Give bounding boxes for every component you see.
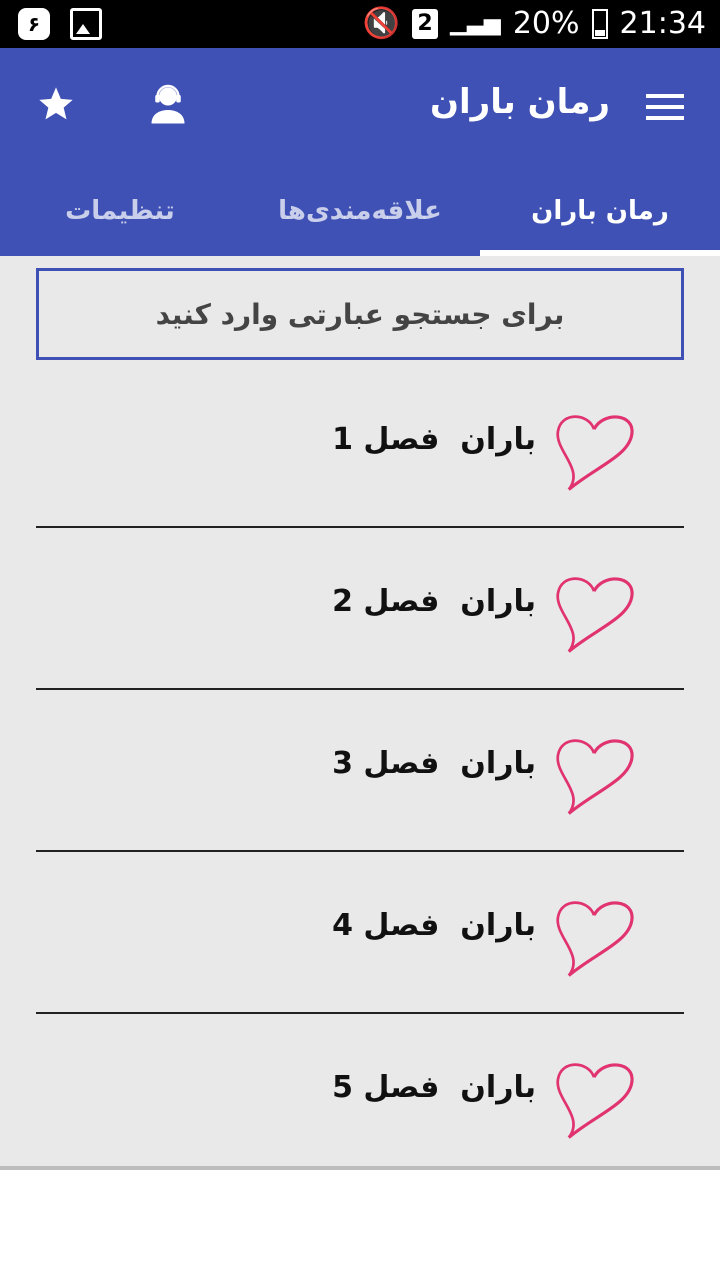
list-bottom-divider bbox=[0, 1166, 720, 1170]
support-icon[interactable] bbox=[150, 84, 186, 124]
chapter-list-container: برای جستجو عبارتی وارد کنید باران فصل 1 … bbox=[0, 256, 720, 1166]
app-bar: رمان باران رمان باران علاقه‌مندی‌ها تنظی… bbox=[0, 48, 720, 256]
status-bar: ۶ 🔇 2 ▁▃▅ 20% 21:34 bbox=[0, 0, 720, 48]
app-title: رمان باران bbox=[429, 82, 610, 122]
chapter-row[interactable]: باران فصل 4 bbox=[36, 852, 684, 1014]
heart-icon bbox=[556, 901, 634, 977]
heart-icon bbox=[556, 1063, 634, 1139]
heart-icon bbox=[556, 577, 634, 653]
tab-settings[interactable]: تنظیمات bbox=[0, 188, 240, 256]
tab-bar: رمان باران علاقه‌مندی‌ها تنظیمات bbox=[0, 188, 720, 256]
chapter-row[interactable]: باران فصل 1 bbox=[36, 366, 684, 528]
battery-icon bbox=[591, 8, 608, 39]
chapter-row[interactable]: باران فصل 3 bbox=[36, 690, 684, 852]
chapter-label: باران فصل 5 bbox=[332, 1070, 536, 1105]
notification-badge: ۶ bbox=[18, 8, 50, 40]
image-notification-icon bbox=[70, 8, 102, 40]
heart-icon bbox=[556, 739, 634, 815]
chapter-row[interactable]: باران فصل 2 bbox=[36, 528, 684, 690]
sim-icon: 2 bbox=[412, 8, 439, 39]
chapter-row[interactable]: باران فصل 5 bbox=[36, 1014, 684, 1176]
menu-icon[interactable] bbox=[646, 94, 684, 120]
battery-percent: 20% bbox=[512, 6, 580, 41]
chapter-label: باران فصل 1 bbox=[332, 422, 536, 457]
chapter-label: باران فصل 3 bbox=[332, 746, 536, 781]
signal-icon: ▁▃▅ bbox=[450, 11, 501, 36]
chapter-label: باران فصل 2 bbox=[332, 584, 536, 619]
heart-icon bbox=[556, 415, 634, 491]
star-icon[interactable] bbox=[36, 84, 76, 124]
search-input[interactable]: برای جستجو عبارتی وارد کنید bbox=[36, 268, 684, 360]
clock: 21:34 bbox=[619, 6, 706, 41]
tab-favorites[interactable]: علاقه‌مندی‌ها bbox=[240, 188, 480, 256]
mute-icon: 🔇 bbox=[362, 6, 401, 41]
tab-novel[interactable]: رمان باران bbox=[480, 188, 720, 256]
chapter-label: باران فصل 4 bbox=[332, 908, 536, 943]
